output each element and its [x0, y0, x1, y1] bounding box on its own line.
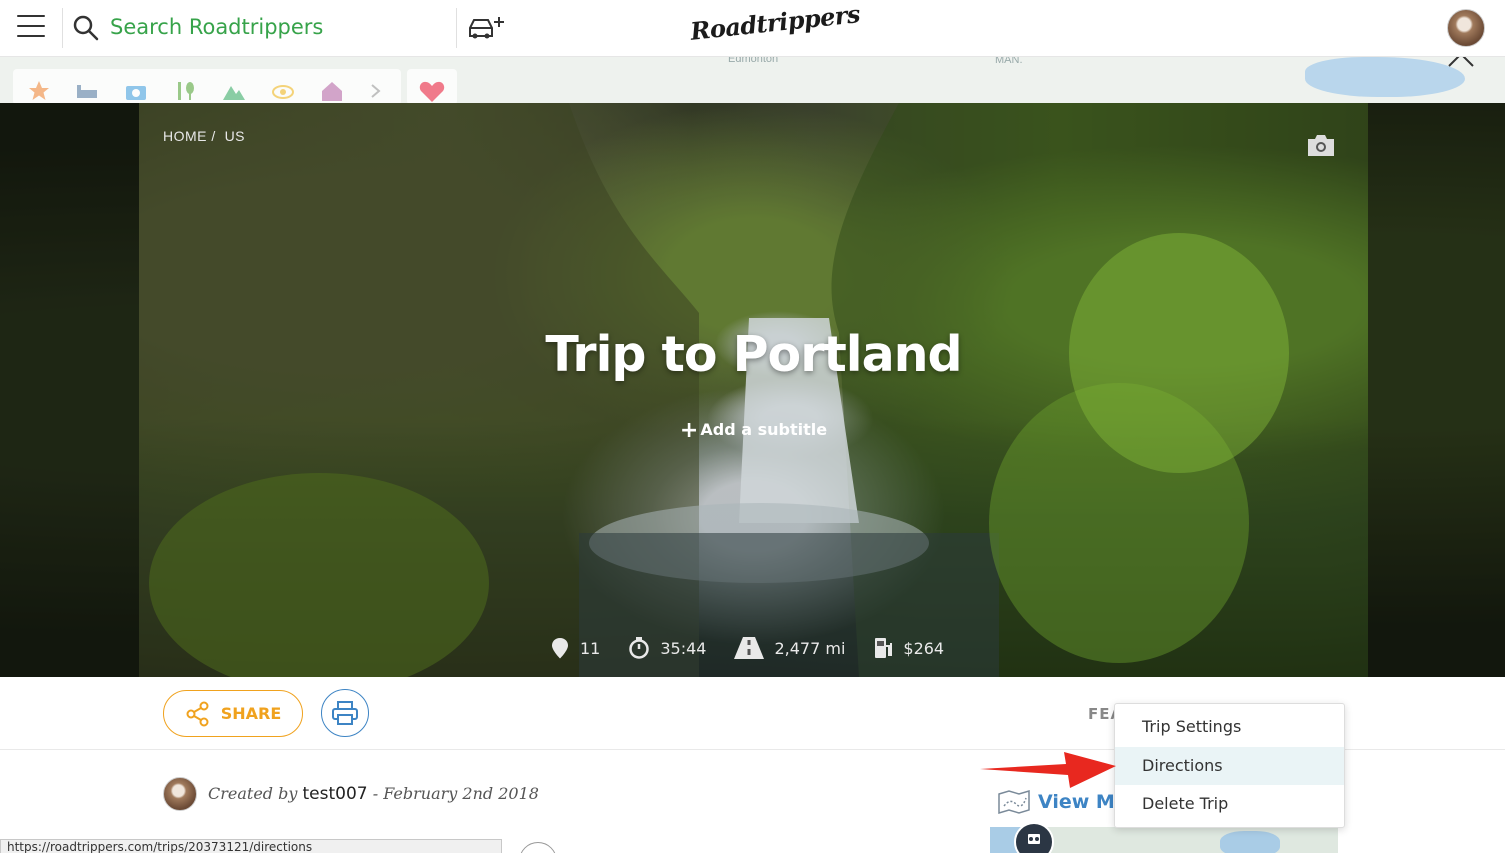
breadcrumb-home[interactable]: HOME — [163, 128, 207, 144]
search-icon[interactable] — [72, 14, 100, 42]
eye-icon[interactable] — [271, 79, 295, 103]
creator-info: Created by test007 - February 2nd 2018 — [208, 784, 539, 804]
nav-divider — [456, 8, 457, 48]
print-button[interactable] — [321, 689, 369, 737]
bed-icon[interactable] — [75, 79, 99, 103]
stopwatch-icon — [629, 637, 650, 659]
created-by-label: Created by — [208, 784, 298, 803]
status-bar-url: https://roadtrippers.com/trips/20373121/… — [0, 839, 502, 853]
trip-title[interactable]: Trip to Portland — [139, 326, 1368, 383]
favorites-heart-tab[interactable] — [407, 69, 457, 105]
stat-stops: 11 — [550, 636, 600, 660]
created-date: - February 2nd 2018 — [372, 784, 539, 803]
road-icon — [734, 637, 765, 659]
share-icon — [186, 701, 209, 726]
breadcrumb: HOME / US — [163, 128, 246, 144]
camera-icon[interactable] — [1305, 132, 1337, 158]
printer-icon — [332, 701, 358, 725]
menu-item-delete-trip[interactable]: Delete Trip — [1115, 785, 1344, 824]
add-subtitle-button[interactable]: + Add a subtitle — [139, 418, 1368, 443]
view-map-link[interactable]: View Ma — [998, 790, 1128, 814]
stat-duration-value: 35:44 — [660, 638, 707, 658]
new-trip-car-icon[interactable] — [466, 14, 506, 42]
heart-icon — [419, 81, 445, 102]
map-icon — [998, 790, 1030, 814]
roadtrippers-logo[interactable]: Roadtrippers — [689, 0, 861, 46]
gas-pump-icon — [875, 638, 893, 658]
red-arrow-annotation — [980, 752, 1116, 788]
map-pin-icon — [552, 638, 568, 659]
waterfall-illustration — [139, 103, 1368, 677]
map-label-edmonton: Edmonton — [728, 57, 779, 65]
house-icon[interactable] — [320, 79, 344, 103]
map-lake — [1305, 57, 1465, 97]
stat-distance-value: 2,477 mi — [774, 638, 846, 658]
stat-fuel-cost-value: $264 — [903, 638, 945, 658]
creator-username[interactable]: test007 — [303, 784, 368, 804]
category-filter-bar — [13, 69, 401, 105]
plus-icon: + — [679, 418, 699, 443]
mountain-icon[interactable] — [222, 79, 246, 103]
breadcrumb-us[interactable]: US — [225, 128, 245, 144]
menu-item-trip-settings[interactable]: Trip Settings — [1115, 708, 1344, 747]
fork-knife-icon[interactable] — [173, 79, 197, 103]
search-input[interactable]: Search Roadtrippers — [110, 15, 323, 39]
map-marker-icon[interactable] — [1014, 822, 1054, 853]
hamburger-menu-icon[interactable] — [17, 15, 45, 39]
share-button[interactable]: SHARE — [163, 690, 303, 737]
user-avatar[interactable] — [1447, 9, 1485, 47]
star-icon[interactable] — [27, 79, 51, 103]
chevron-right-icon[interactable] — [369, 79, 383, 103]
trip-options-dropdown: Trip Settings Directions Delete Trip — [1114, 703, 1345, 828]
trip-stats: 11 35:44 2,477 mi $264 — [550, 634, 944, 662]
stat-fuel-cost: $264 — [873, 636, 944, 660]
stat-distance: 2,477 mi — [734, 637, 845, 659]
round-button[interactable] — [519, 842, 557, 853]
camera-category-icon[interactable] — [124, 79, 148, 103]
map-label-man: MAN. — [995, 57, 1023, 66]
hero-image — [139, 103, 1368, 677]
top-navigation: Search Roadtrippers Roadtrippers — [0, 0, 1505, 57]
menu-item-directions[interactable]: Directions — [1115, 746, 1344, 785]
creator-avatar[interactable] — [163, 777, 197, 811]
add-subtitle-label: Add a subtitle — [700, 420, 828, 439]
share-label: SHARE — [220, 704, 282, 723]
stat-stops-value: 11 — [580, 638, 601, 658]
stat-duration: 35:44 — [628, 637, 706, 659]
nav-divider — [62, 8, 63, 48]
